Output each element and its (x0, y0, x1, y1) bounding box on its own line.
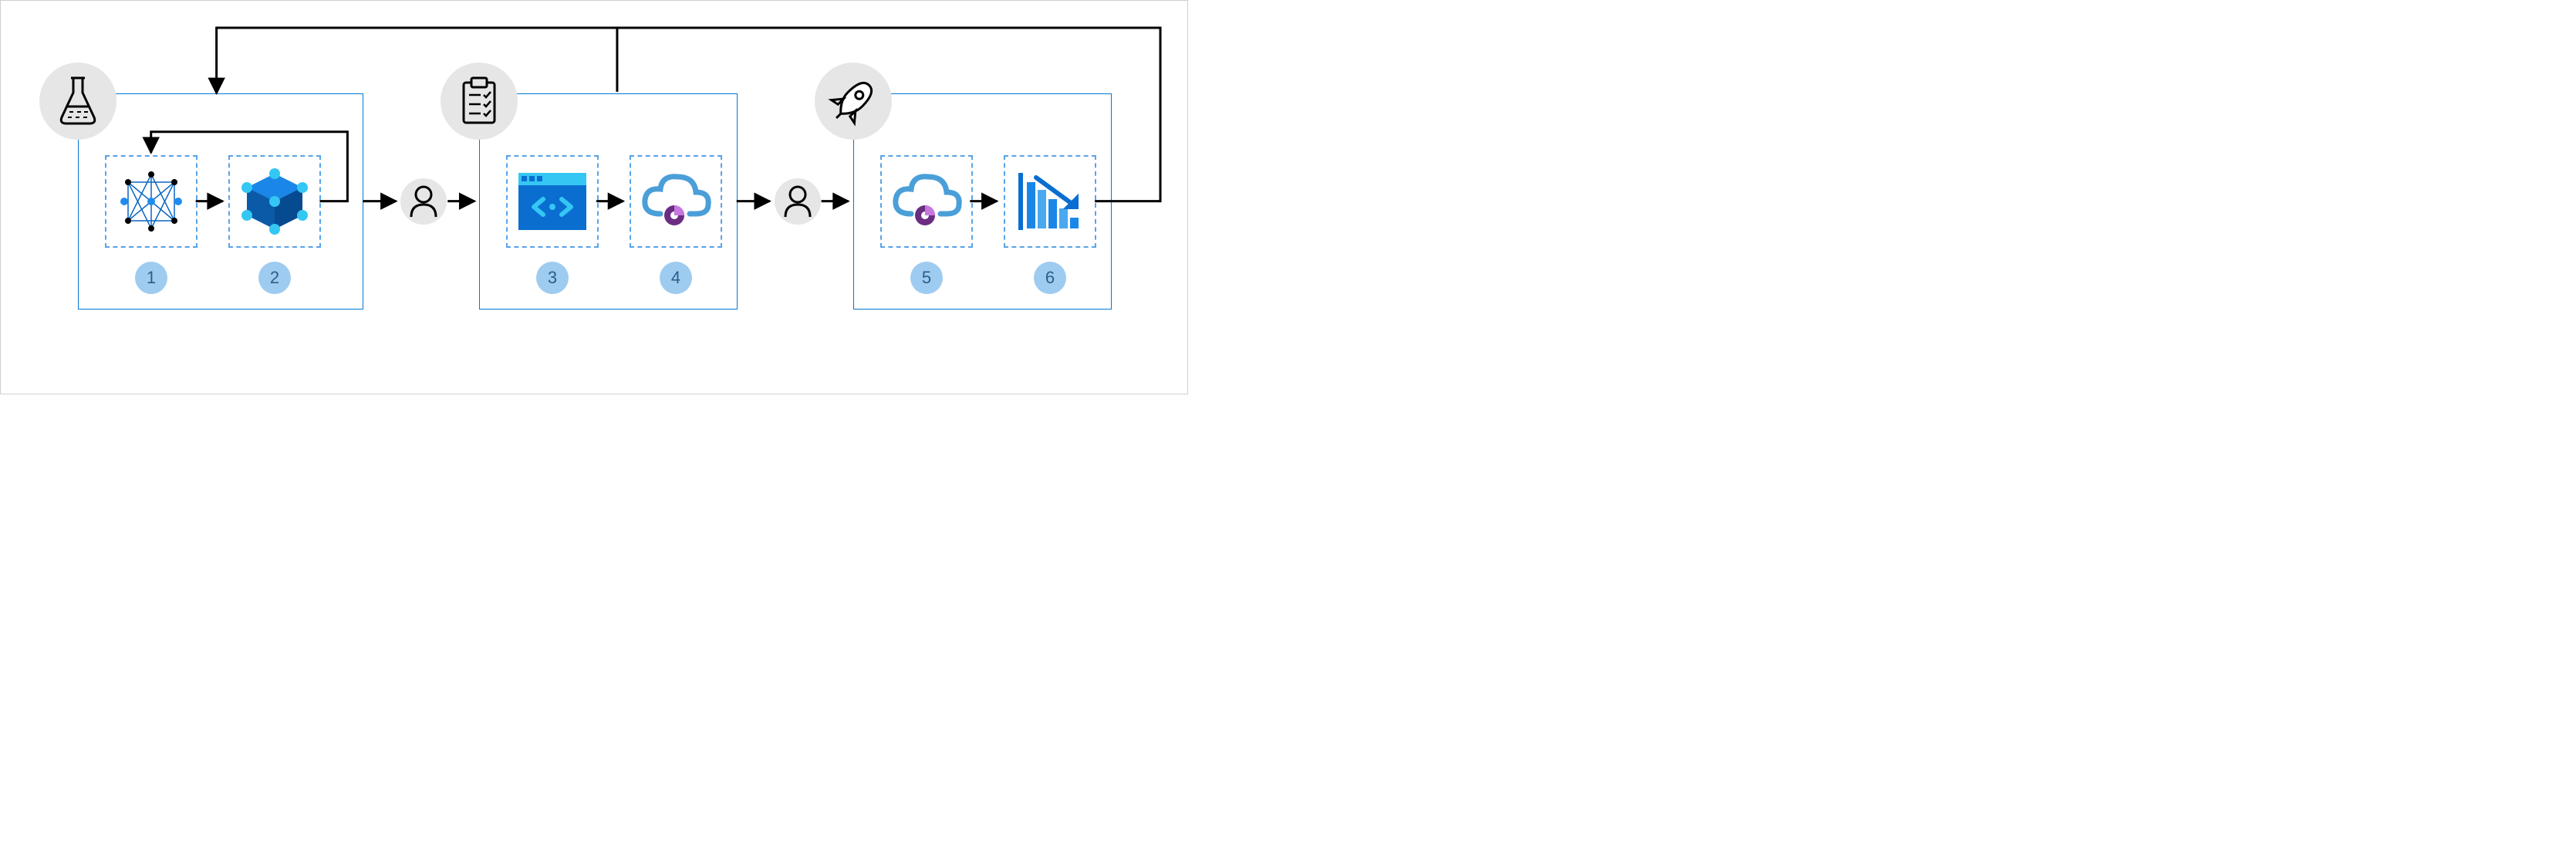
step-box (1004, 155, 1096, 248)
step-number-label: 3 (548, 268, 557, 288)
flask-icon (56, 76, 100, 127)
step-box (880, 155, 973, 248)
architecture-diagram: 1 2 (0, 0, 1188, 394)
step-box (228, 155, 321, 248)
step-number: 6 (1034, 262, 1066, 294)
step-number-label: 5 (922, 268, 931, 288)
cube-icon (238, 164, 312, 239)
stage-badge (39, 63, 116, 140)
stage-badge (441, 63, 518, 140)
step-number-label: 2 (270, 268, 279, 288)
person-icon (408, 184, 439, 218)
step-box (506, 155, 599, 248)
step-number-label: 1 (147, 268, 156, 288)
step-number-label: 4 (671, 268, 680, 288)
clipboard-icon (457, 76, 501, 126)
step-number-label: 6 (1045, 268, 1055, 288)
stage-badge (815, 63, 892, 140)
person-icon (782, 184, 813, 218)
cloud-insight-icon (637, 171, 714, 232)
declining-chart-icon (1013, 167, 1087, 236)
rocket-icon (828, 76, 879, 127)
step-number: 2 (258, 262, 291, 294)
step-number: 3 (536, 262, 569, 294)
actor-badge (775, 178, 821, 225)
cloud-insight-icon (888, 171, 965, 232)
step-box (105, 155, 198, 248)
step-box (630, 155, 722, 248)
step-number: 1 (135, 262, 167, 294)
step-number: 4 (660, 262, 692, 294)
step-number: 5 (910, 262, 943, 294)
neural-network-icon (116, 167, 186, 236)
actor-badge (400, 178, 447, 225)
code-window-icon (517, 171, 588, 232)
